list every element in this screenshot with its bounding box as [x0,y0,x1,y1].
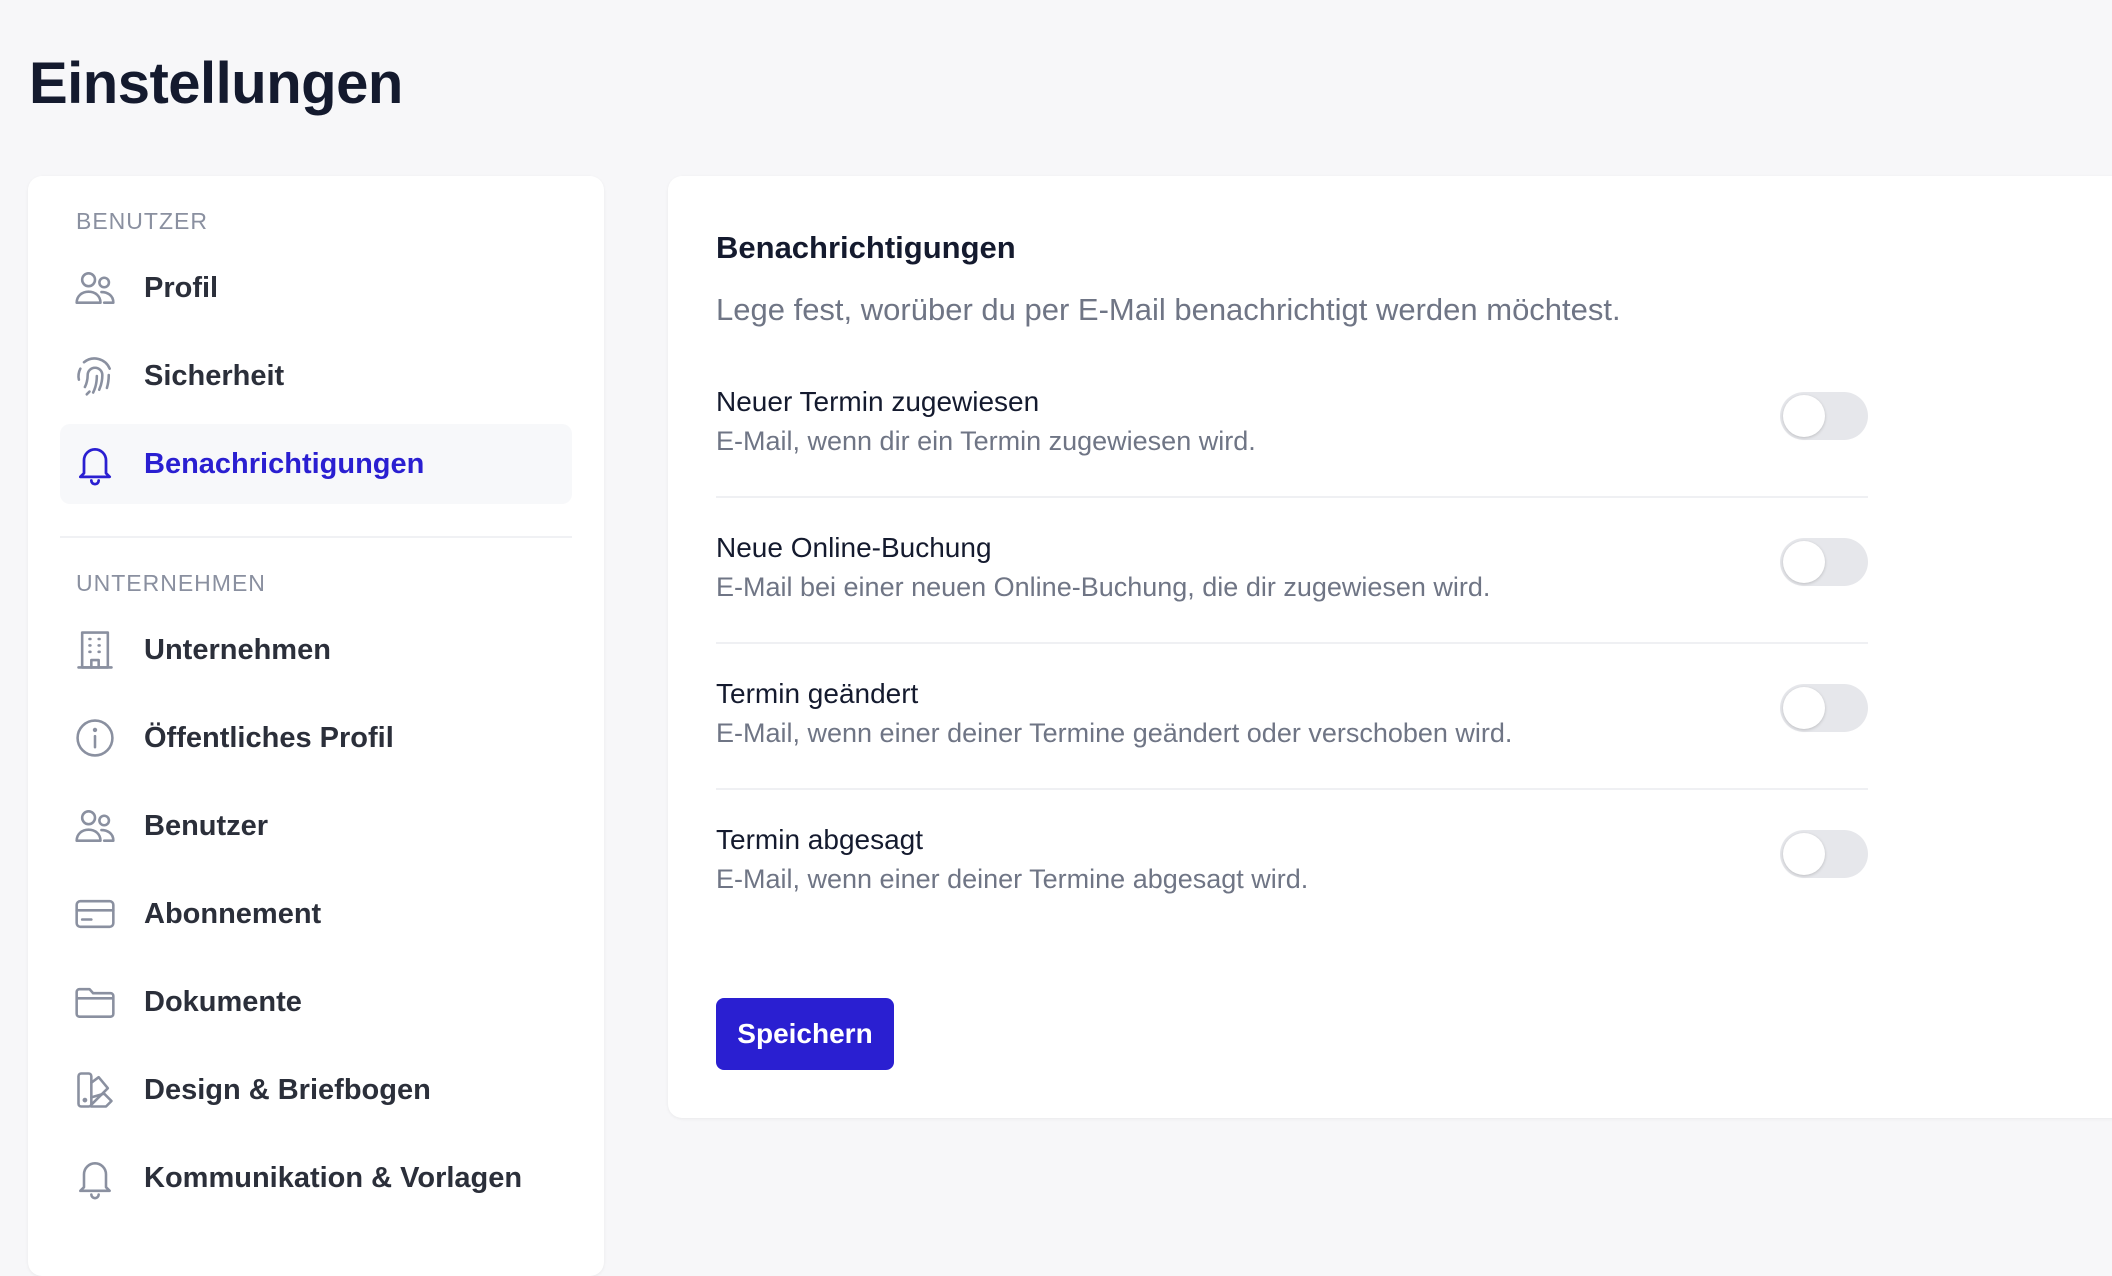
sidebar-item-kommunikation-vorlagen[interactable]: Kommunikation & Vorlagen [60,1138,572,1218]
sidebar-divider [60,536,572,538]
setting-row-online-buchung: Neue Online-Buchung E-Mail bei einer neu… [716,498,1868,644]
sidebar-item-label: Sicherheit [144,359,285,392]
setting-description: E-Mail bei einer neuen Online-Buchung, d… [716,572,1491,602]
building-icon [72,627,118,673]
setting-row-neuer-termin: Neuer Termin zugewiesen E-Mail, wenn dir… [716,352,1868,498]
sidebar-item-benutzer[interactable]: Benutzer [60,786,572,866]
notifications-panel: Benachrichtigungen Lege fest, worüber du… [668,176,2112,1118]
setting-title: Neuer Termin zugewiesen [716,386,1040,417]
sidebar-item-label: Öffentliches Profil [144,721,394,754]
setting-title: Termin geändert [716,678,919,709]
swatch-icon [72,1067,118,1113]
sidebar-item-sicherheit[interactable]: Sicherheit [60,336,572,416]
sidebar-item-label: Dokumente [144,985,302,1018]
users-icon [72,803,118,849]
toggle-termin-geaendert[interactable] [1780,684,1868,732]
sidebar-item-label: Design & Briefbogen [144,1073,431,1106]
folder-icon [72,979,118,1025]
panel-title: Benachrichtigungen [716,230,1016,265]
sidebar-item-label: Kommunikation & Vorlagen [144,1161,523,1194]
setting-description: E-Mail, wenn einer deiner Termine geände… [716,718,1513,748]
settings-sidebar: BENUTZER Profil Sicherheit Benachrichtig… [28,176,604,1276]
section-label-unternehmen: UNTERNEHMEN [76,570,266,596]
sidebar-item-dokumente[interactable]: Dokumente [60,962,572,1042]
sidebar-item-label: Benachrichtigungen [144,447,425,480]
toggle-termin-abgesagt[interactable] [1780,830,1868,878]
setting-description: E-Mail, wenn einer deiner Termine abgesa… [716,864,1309,894]
sidebar-item-unternehmen[interactable]: Unternehmen [60,610,572,690]
users-icon [72,265,118,311]
credit-card-icon [72,891,118,937]
toggle-neuer-termin[interactable] [1780,392,1868,440]
sidebar-item-profil[interactable]: Profil [60,248,572,328]
fingerprint-icon [72,353,118,399]
page-title: Einstellungen [29,51,403,116]
setting-row-termin-abgesagt: Termin abgesagt E-Mail, wenn einer deine… [716,790,1868,936]
setting-title: Neue Online-Buchung [716,532,992,563]
save-button[interactable]: Speichern [716,998,894,1070]
sidebar-item-label: Benutzer [144,809,269,842]
sidebar-item-benachrichtigungen[interactable]: Benachrichtigungen [60,424,572,504]
bell-icon [72,441,118,487]
sidebar-item-oeffentliches-profil[interactable]: Öffentliches Profil [60,698,572,778]
section-label-benutzer: BENUTZER [76,208,208,234]
toggle-knob [1783,833,1825,875]
sidebar-item-label: Abonnement [144,897,322,930]
toggle-knob [1783,687,1825,729]
sidebar-item-label: Unternehmen [144,633,331,666]
panel-subtitle: Lege fest, worüber du per E-Mail benachr… [716,292,1621,327]
sidebar-item-abonnement[interactable]: Abonnement [60,874,572,954]
sidebar-item-design-briefbogen[interactable]: Design & Briefbogen [60,1050,572,1130]
toggle-knob [1783,541,1825,583]
toggle-online-buchung[interactable] [1780,538,1868,586]
info-icon [72,715,118,761]
setting-row-termin-geaendert: Termin geändert E-Mail, wenn einer deine… [716,644,1868,790]
bell-icon [72,1155,118,1201]
setting-title: Termin abgesagt [716,824,924,855]
toggle-knob [1783,395,1825,437]
setting-description: E-Mail, wenn dir ein Termin zugewiesen w… [716,426,1256,456]
sidebar-item-label: Profil [144,271,219,304]
